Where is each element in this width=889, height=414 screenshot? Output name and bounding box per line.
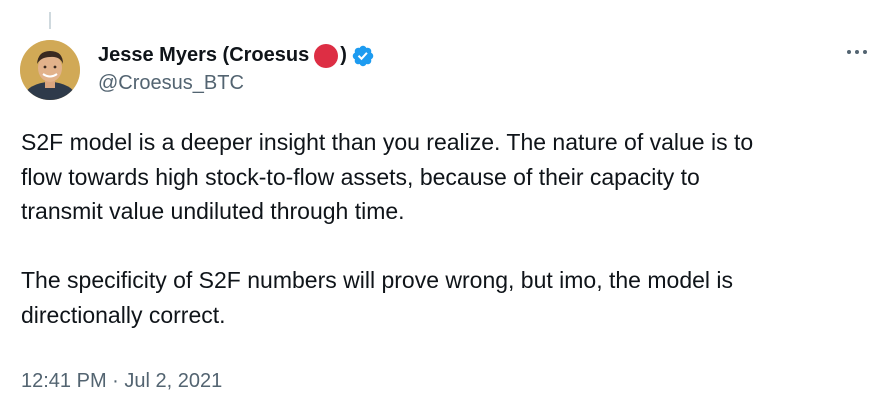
tweet-paragraph: The specificity of S2F numbers will prov… — [21, 267, 734, 328]
author-display-name[interactable]: Jesse Myers (Croesus — [98, 44, 309, 67]
tweet-body: S2F model is a deeper insight than you r… — [21, 125, 871, 332]
author-handle[interactable]: @Croesus_BTC — [98, 72, 244, 95]
more-options-button[interactable] — [842, 42, 872, 62]
avatar[interactable] — [20, 40, 80, 100]
author-name-row[interactable]: Jesse Myers (Croesus ) — [98, 41, 375, 69]
tweet-paragraph: S2F model is a deeper insight than you r… — [21, 129, 754, 224]
verified-badge-icon — [351, 44, 375, 68]
author-display-name-suffix: ) — [340, 43, 347, 66]
tweet-timestamp[interactable]: 12:41 PM · Jul 2, 2021 — [21, 370, 222, 393]
more-horizontal-icon — [847, 50, 867, 54]
red-circle-icon — [314, 44, 339, 68]
thread-connector-line — [49, 12, 51, 29]
avatar-image — [20, 40, 80, 100]
